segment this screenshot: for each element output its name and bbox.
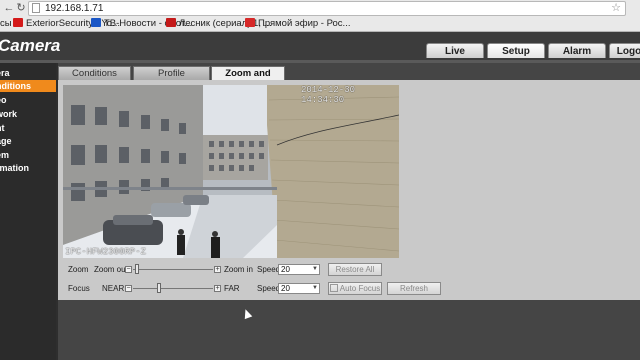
auto-focus-label: Auto Focus [339,284,381,293]
chevron-down-icon: ▼ [312,266,318,272]
zoom-slider-track [133,269,213,270]
zoom-in-label: Zoom in [224,265,253,274]
menu-item-video[interactable]: eo [0,94,56,106]
refresh-button[interactable]: Refresh [387,282,441,295]
zoom-slider-thumb[interactable] [134,264,139,274]
zoom-slider[interactable]: − + [125,264,221,274]
focus-slider-thumb[interactable] [157,283,162,293]
subtab-conditions[interactable]: Conditions [58,66,131,80]
menu-item-storage[interactable]: age [0,135,56,147]
zoom-speed-value: 20 [281,265,290,274]
zoom-speed-select[interactable]: 20 ▼ [278,264,320,275]
focus-speed-label: Speed [257,284,281,293]
zoom-focus-panel: 2014-12-30 14:34:30 IPC-HFW2300RP-Z Zoom… [58,80,640,300]
zoom-decrease-button[interactable]: − [125,266,132,273]
reload-icon[interactable]: ↻ [15,2,27,14]
focus-slider-track [133,288,213,289]
youtube-icon [13,18,23,27]
camera-video-feed[interactable]: 2014-12-30 14:34:30 IPC-HFW2300RP-Z [63,85,399,258]
url-text: 192.168.1.71 [45,3,104,14]
tab-setup[interactable]: Setup [487,43,545,58]
setup-menu: era nditions eo work nt age em rmation [0,63,56,360]
app-header: Camera Live Setup Alarm Logo [0,32,640,60]
chevron-down-icon: ▼ [312,285,318,291]
zoom-label: Zoom [68,265,89,274]
ru-icon [245,18,255,27]
address-row: ← ↻ 192.168.1.71 ☆ [0,0,640,16]
menu-item-information[interactable]: rmation [0,162,56,174]
bookmarks-bar: сы ExteriorSecurity - Yo... ТВ-Новости -… [0,16,640,31]
tab-live[interactable]: Live [426,43,484,58]
bookmark-item[interactable]: Прямой эфир - Рос... [245,17,350,30]
menu-item-event[interactable]: nt [0,122,56,134]
auto-focus-icon [329,284,338,292]
menu-item-conditions[interactable]: nditions [0,80,56,92]
tab-alarm[interactable]: Alarm [548,43,606,58]
menu-item-camera[interactable]: era [0,67,56,79]
video-channel-name: IPC-HFW2300RP-Z [65,247,147,257]
browser-chrome: ← ↻ 192.168.1.71 ☆ сы ExteriorSecurity -… [0,0,640,32]
kino-icon [166,18,176,27]
tv-icon [91,18,101,27]
focus-label: Focus [68,284,90,293]
focus-far-label: FAR [224,284,240,293]
auto-focus-button[interactable]: Auto Focus [328,282,382,295]
menu-item-network[interactable]: work [0,108,56,120]
subtab-profile-management[interactable]: Profile Management [133,66,210,93]
focus-decrease-button[interactable]: − [125,285,132,292]
content-area: Conditions Profile Management Zoom and F… [58,63,640,360]
zoom-increase-button[interactable]: + [214,266,221,273]
focus-near-label: NEAR [102,284,125,293]
subtab-zoom-and-focus[interactable]: Zoom and Focus [211,66,285,93]
zoom-speed-label: Speed [257,265,281,274]
back-icon[interactable]: ← [3,2,15,14]
focus-slider[interactable]: − + [125,283,221,293]
restore-all-button[interactable]: Restore All [328,263,382,276]
camera-scene [63,85,399,258]
focus-increase-button[interactable]: + [214,285,221,292]
tab-logout[interactable]: Logo [609,43,640,58]
bookmark-star-icon[interactable]: ☆ [611,2,621,15]
page-icon [32,3,40,13]
address-bar[interactable]: 192.168.1.71 ☆ [28,1,626,16]
focus-speed-value: 20 [281,284,290,293]
bookmark-item[interactable]: сы [0,17,12,30]
app-logo: Camera [0,36,61,55]
focus-speed-select[interactable]: 20 ▼ [278,283,320,294]
zoom-out-label: Zoom out [94,265,128,274]
video-timestamp: 2014-12-30 14:34:30 [301,85,356,105]
menu-item-system[interactable]: em [0,149,56,161]
